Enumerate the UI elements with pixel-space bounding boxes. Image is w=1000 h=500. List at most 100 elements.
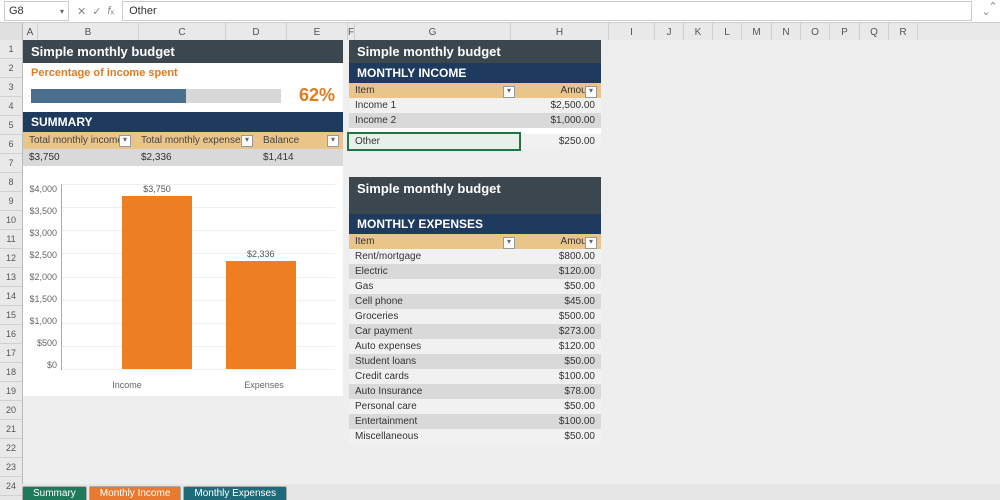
expense-row[interactable]: Groceries$500.00 bbox=[349, 309, 601, 324]
select-all-corner[interactable] bbox=[0, 23, 23, 41]
col-header-K[interactable]: K bbox=[684, 23, 713, 41]
expense-amount: $120.00 bbox=[519, 339, 601, 354]
sheet-tab[interactable]: Monthly Income bbox=[89, 486, 182, 500]
row-header-23[interactable]: 23 bbox=[0, 458, 22, 477]
col-header-D[interactable]: D bbox=[226, 23, 287, 41]
col-header-A[interactable]: A bbox=[23, 23, 38, 41]
col-header-M[interactable]: M bbox=[742, 23, 772, 41]
col-header-J[interactable]: J bbox=[655, 23, 684, 41]
income-row[interactable]: Income 2$1,000.00 bbox=[349, 113, 601, 128]
expense-row[interactable]: Entertainment$100.00 bbox=[349, 414, 601, 429]
col-header-C[interactable]: C bbox=[139, 23, 226, 41]
exp-hdr-item: Item bbox=[355, 236, 374, 247]
row-header-22[interactable]: 22 bbox=[0, 439, 22, 458]
expense-amount: $45.00 bbox=[519, 294, 601, 309]
row-header-16[interactable]: 16 bbox=[0, 325, 22, 344]
summary-headers: Total monthly income▾ Total monthly expe… bbox=[23, 132, 343, 149]
row-header-13[interactable]: 13 bbox=[0, 268, 22, 287]
expense-row[interactable]: Credit cards$100.00 bbox=[349, 369, 601, 384]
expense-item: Gas bbox=[349, 279, 519, 294]
row-header-7[interactable]: 7 bbox=[0, 154, 22, 173]
expense-row[interactable]: Personal care$50.00 bbox=[349, 399, 601, 414]
income-row[interactable]: Other$250.00 bbox=[349, 134, 601, 149]
col-header-G[interactable]: G bbox=[355, 23, 511, 41]
xlabel-1: Expenses bbox=[244, 380, 284, 390]
expense-row[interactable]: Cell phone$45.00 bbox=[349, 294, 601, 309]
ribbon-expand-icon[interactable]: ⌃ bbox=[986, 0, 1000, 14]
filter-icon[interactable]: ▾ bbox=[241, 135, 253, 147]
expense-row[interactable]: Auto expenses$120.00 bbox=[349, 339, 601, 354]
hdr-income: Total monthly income bbox=[29, 135, 123, 146]
row-header-4[interactable]: 4 bbox=[0, 97, 22, 116]
formula-value: Other bbox=[129, 5, 157, 17]
row-header-6[interactable]: 6 bbox=[0, 135, 22, 154]
pct-label: Percentage of income spent bbox=[23, 63, 343, 83]
sheet-tab[interactable]: Monthly Expenses bbox=[183, 486, 287, 500]
col-header-R[interactable]: R bbox=[889, 23, 918, 41]
pct-bar-fill bbox=[31, 89, 186, 103]
expense-row[interactable]: Gas$50.00 bbox=[349, 279, 601, 294]
filter-icon[interactable]: ▾ bbox=[119, 135, 131, 147]
col-header-P[interactable]: P bbox=[830, 23, 860, 41]
row-header-8[interactable]: 8 bbox=[0, 173, 22, 192]
filter-icon[interactable]: ▾ bbox=[503, 237, 515, 249]
chart-bar-1[interactable] bbox=[226, 261, 296, 369]
budget-chart[interactable]: $4,000$3,500$3,000$2,500$2,000$1,500$1,0… bbox=[23, 178, 343, 396]
col-header-F[interactable]: F bbox=[348, 23, 355, 41]
expense-amount: $500.00 bbox=[519, 309, 601, 324]
income-amount: $2,500.00 bbox=[519, 98, 601, 113]
col-header-Q[interactable]: Q bbox=[860, 23, 889, 41]
col-header-B[interactable]: B bbox=[38, 23, 139, 41]
row-header-2[interactable]: 2 bbox=[0, 59, 22, 78]
col-header-H[interactable]: H bbox=[511, 23, 609, 41]
expense-row[interactable]: Electric$120.00 bbox=[349, 264, 601, 279]
confirm-icon[interactable]: ✓ bbox=[92, 5, 101, 18]
col-header-N[interactable]: N bbox=[772, 23, 801, 41]
filter-icon[interactable]: ▾ bbox=[503, 86, 515, 98]
row-header-15[interactable]: 15 bbox=[0, 306, 22, 325]
formula-input[interactable]: Other bbox=[122, 1, 972, 21]
sheet-tab[interactable]: Summary bbox=[22, 486, 87, 500]
row-header-24[interactable]: 24 bbox=[0, 477, 22, 496]
name-box[interactable]: G8 ▾ bbox=[4, 1, 69, 21]
cancel-icon[interactable]: ✕ bbox=[77, 5, 86, 18]
row-header-12[interactable]: 12 bbox=[0, 249, 22, 268]
row-header-21[interactable]: 21 bbox=[0, 420, 22, 439]
row-header-17[interactable]: 17 bbox=[0, 344, 22, 363]
col-header-L[interactable]: L bbox=[713, 23, 742, 41]
row-header-1[interactable]: 1 bbox=[0, 40, 22, 59]
row-header-9[interactable]: 9 bbox=[0, 192, 22, 211]
summary-panel: Simple monthly budget Percentage of inco… bbox=[23, 40, 344, 396]
pct-value: 62% bbox=[291, 85, 335, 106]
col-header-O[interactable]: O bbox=[801, 23, 830, 41]
row-header-25[interactable]: 25 bbox=[0, 496, 22, 500]
filter-icon[interactable]: ▾ bbox=[327, 135, 339, 147]
row-header-18[interactable]: 18 bbox=[0, 363, 22, 382]
row-header-20[interactable]: 20 bbox=[0, 401, 22, 420]
expense-row[interactable]: Miscellaneous$50.00 bbox=[349, 429, 601, 444]
filter-icon[interactable]: ▾ bbox=[585, 86, 597, 98]
expense-amount: $100.00 bbox=[519, 414, 601, 429]
fx-icon[interactable]: fₓ bbox=[107, 5, 114, 17]
expense-row[interactable]: Rent/mortgage$800.00 bbox=[349, 249, 601, 264]
chart-bar-0[interactable] bbox=[122, 196, 192, 369]
col-header-E[interactable]: E bbox=[287, 23, 348, 41]
expenses-headers: Item▾ Amount▾ bbox=[349, 234, 601, 249]
col-header-I[interactable]: I bbox=[609, 23, 655, 41]
expense-row[interactable]: Auto Insurance$78.00 bbox=[349, 384, 601, 399]
income-row[interactable]: Income 1$2,500.00 bbox=[349, 98, 601, 113]
row-header-5[interactable]: 5 bbox=[0, 116, 22, 135]
filter-icon[interactable]: ▾ bbox=[585, 237, 597, 249]
cells-area[interactable]: Simple monthly budget Percentage of inco… bbox=[23, 40, 1000, 484]
row-header-14[interactable]: 14 bbox=[0, 287, 22, 306]
chart-bar-label-1: $2,336 bbox=[247, 249, 275, 259]
pct-row: 62% bbox=[23, 83, 343, 112]
expense-row[interactable]: Student loans$50.00 bbox=[349, 354, 601, 369]
expense-row[interactable]: Car payment$273.00 bbox=[349, 324, 601, 339]
expenses-section: MONTHLY EXPENSES bbox=[349, 214, 601, 234]
row-header-3[interactable]: 3 bbox=[0, 78, 22, 97]
chevron-down-icon[interactable]: ▾ bbox=[60, 7, 64, 16]
row-header-19[interactable]: 19 bbox=[0, 382, 22, 401]
row-header-10[interactable]: 10 bbox=[0, 211, 22, 230]
row-header-11[interactable]: 11 bbox=[0, 230, 22, 249]
